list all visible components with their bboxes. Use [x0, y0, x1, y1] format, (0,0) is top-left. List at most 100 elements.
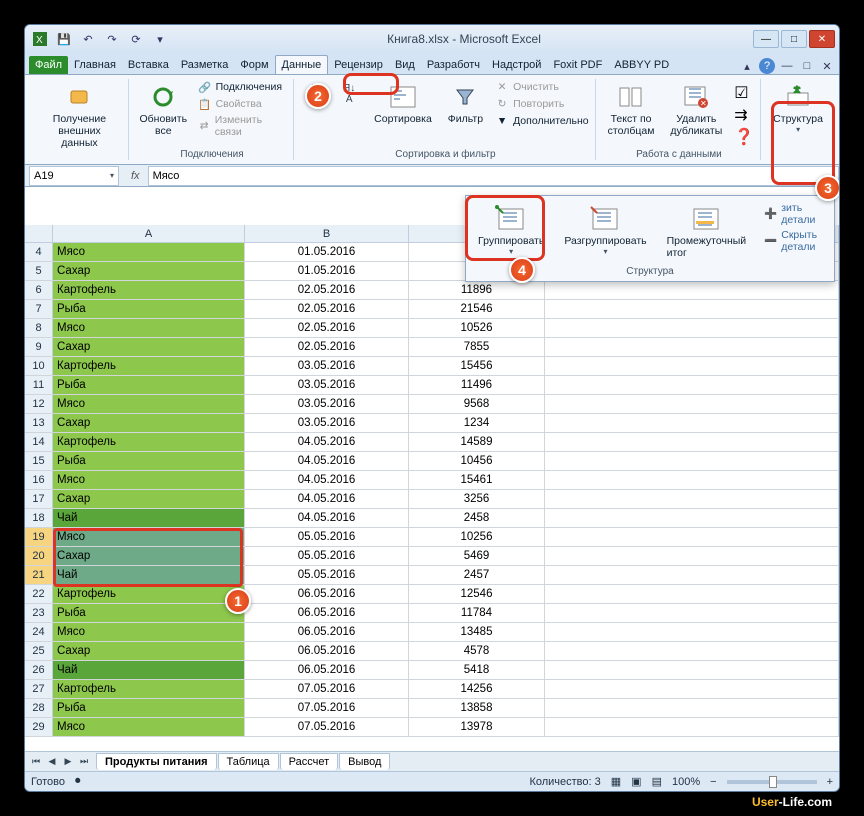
- zoom-thumb[interactable]: [769, 776, 777, 788]
- zoom-slider[interactable]: [727, 780, 817, 784]
- cell[interactable]: [545, 566, 839, 584]
- cell[interactable]: Картофель: [53, 680, 245, 698]
- tab-data[interactable]: Данные: [275, 55, 329, 74]
- excel-icon[interactable]: X: [31, 30, 49, 48]
- subtotal-button[interactable]: Промежуточный итог: [661, 200, 753, 262]
- cell[interactable]: Рыба: [53, 452, 245, 470]
- cell[interactable]: 06.05.2016: [245, 604, 409, 622]
- cell[interactable]: [545, 281, 839, 299]
- cell[interactable]: [545, 376, 839, 394]
- cell[interactable]: 07.05.2016: [245, 699, 409, 717]
- row-header[interactable]: 17: [25, 490, 53, 508]
- cell[interactable]: Рыба: [53, 604, 245, 622]
- cell[interactable]: 11496: [409, 376, 545, 394]
- cell[interactable]: 07.05.2016: [245, 718, 409, 736]
- cell[interactable]: Чай: [53, 661, 245, 679]
- cell[interactable]: [545, 680, 839, 698]
- cell[interactable]: [545, 604, 839, 622]
- row-header[interactable]: 29: [25, 718, 53, 736]
- cell[interactable]: Картофель: [53, 433, 245, 451]
- tab-review[interactable]: Рецензир: [328, 56, 389, 74]
- sort-za-button[interactable]: Я↓A: [336, 79, 362, 129]
- cell[interactable]: 06.05.2016: [245, 623, 409, 641]
- cell[interactable]: 10526: [409, 319, 545, 337]
- cell[interactable]: Сахар: [53, 262, 245, 280]
- tab-addins[interactable]: Надстрой: [486, 56, 547, 74]
- sheet-first-icon[interactable]: ⏮: [29, 756, 43, 767]
- zoom-in-icon[interactable]: +: [827, 776, 833, 788]
- cell[interactable]: [545, 433, 839, 451]
- cell[interactable]: 21546: [409, 300, 545, 318]
- cell[interactable]: 06.05.2016: [245, 661, 409, 679]
- cell[interactable]: Рыба: [53, 699, 245, 717]
- cell[interactable]: 05.05.2016: [245, 566, 409, 584]
- show-detail-button[interactable]: ➕зить детали: [764, 202, 828, 226]
- text-to-columns-button[interactable]: Текст по столбцам: [604, 79, 659, 147]
- reapply-button[interactable]: ↻Повторить: [495, 96, 589, 112]
- view-break-icon[interactable]: ▤: [652, 775, 662, 788]
- cell[interactable]: Мясо: [53, 718, 245, 736]
- cell[interactable]: Картофель: [53, 585, 245, 603]
- cell[interactable]: Картофель: [53, 281, 245, 299]
- cell[interactable]: 02.05.2016: [245, 338, 409, 356]
- cell[interactable]: 14589: [409, 433, 545, 451]
- cell[interactable]: 05.05.2016: [245, 528, 409, 546]
- row-header[interactable]: 23: [25, 604, 53, 622]
- cell[interactable]: 13978: [409, 718, 545, 736]
- tab-layout[interactable]: Разметка: [175, 56, 235, 74]
- sheet-tab-1[interactable]: Таблица: [218, 753, 279, 770]
- redo-icon[interactable]: ↷: [103, 30, 121, 48]
- advanced-filter-button[interactable]: ▼Дополнительно: [495, 113, 589, 129]
- cell[interactable]: Мясо: [53, 395, 245, 413]
- cell[interactable]: 01.05.2016: [245, 262, 409, 280]
- tab-file[interactable]: Файл: [29, 56, 68, 74]
- cell[interactable]: Картофель: [53, 357, 245, 375]
- cell[interactable]: 13858: [409, 699, 545, 717]
- cell[interactable]: [545, 585, 839, 603]
- filter-button[interactable]: Фильтр: [444, 79, 487, 129]
- cell[interactable]: 01.05.2016: [245, 243, 409, 261]
- cell[interactable]: Сахар: [53, 338, 245, 356]
- cell[interactable]: 11896: [409, 281, 545, 299]
- row-header[interactable]: 12: [25, 395, 53, 413]
- cell[interactable]: 04.05.2016: [245, 433, 409, 451]
- cell[interactable]: [545, 300, 839, 318]
- cell[interactable]: 03.05.2016: [245, 395, 409, 413]
- minimize-button[interactable]: —: [753, 30, 779, 48]
- cell[interactable]: Мясо: [53, 528, 245, 546]
- cell[interactable]: [545, 699, 839, 717]
- cell[interactable]: [545, 509, 839, 527]
- row-header[interactable]: 18: [25, 509, 53, 527]
- cell[interactable]: 5469: [409, 547, 545, 565]
- minimize-ribbon-icon[interactable]: ▴: [739, 58, 755, 74]
- close-button[interactable]: ✕: [809, 30, 835, 48]
- cell[interactable]: Сахар: [53, 490, 245, 508]
- cell[interactable]: 3256: [409, 490, 545, 508]
- row-header[interactable]: 10: [25, 357, 53, 375]
- row-header[interactable]: 14: [25, 433, 53, 451]
- cell[interactable]: Рыба: [53, 376, 245, 394]
- cell[interactable]: 04.05.2016: [245, 452, 409, 470]
- cell[interactable]: 02.05.2016: [245, 281, 409, 299]
- cell[interactable]: 1234: [409, 414, 545, 432]
- row-header[interactable]: 21: [25, 566, 53, 584]
- help-icon[interactable]: ?: [759, 58, 775, 74]
- window-restore-icon[interactable]: □: [799, 58, 815, 74]
- tab-insert[interactable]: Вставка: [122, 56, 175, 74]
- zoom-out-icon[interactable]: −: [710, 776, 716, 788]
- edit-links-button[interactable]: ⇄Изменить связи: [198, 113, 288, 139]
- repeat-icon[interactable]: ⟳: [127, 30, 145, 48]
- col-header-b[interactable]: B: [245, 225, 409, 242]
- cell[interactable]: 03.05.2016: [245, 357, 409, 375]
- hide-detail-button[interactable]: ➖Скрыть детали: [764, 229, 828, 253]
- save-icon[interactable]: 💾: [55, 30, 73, 48]
- row-header[interactable]: 13: [25, 414, 53, 432]
- cell[interactable]: [545, 718, 839, 736]
- tab-developer[interactable]: Разработч: [421, 56, 486, 74]
- row-header[interactable]: 22: [25, 585, 53, 603]
- cell[interactable]: 15456: [409, 357, 545, 375]
- cell[interactable]: Мясо: [53, 471, 245, 489]
- row-header[interactable]: 11: [25, 376, 53, 394]
- cell[interactable]: 06.05.2016: [245, 642, 409, 660]
- group-button[interactable]: Группировать ▾: [472, 200, 550, 262]
